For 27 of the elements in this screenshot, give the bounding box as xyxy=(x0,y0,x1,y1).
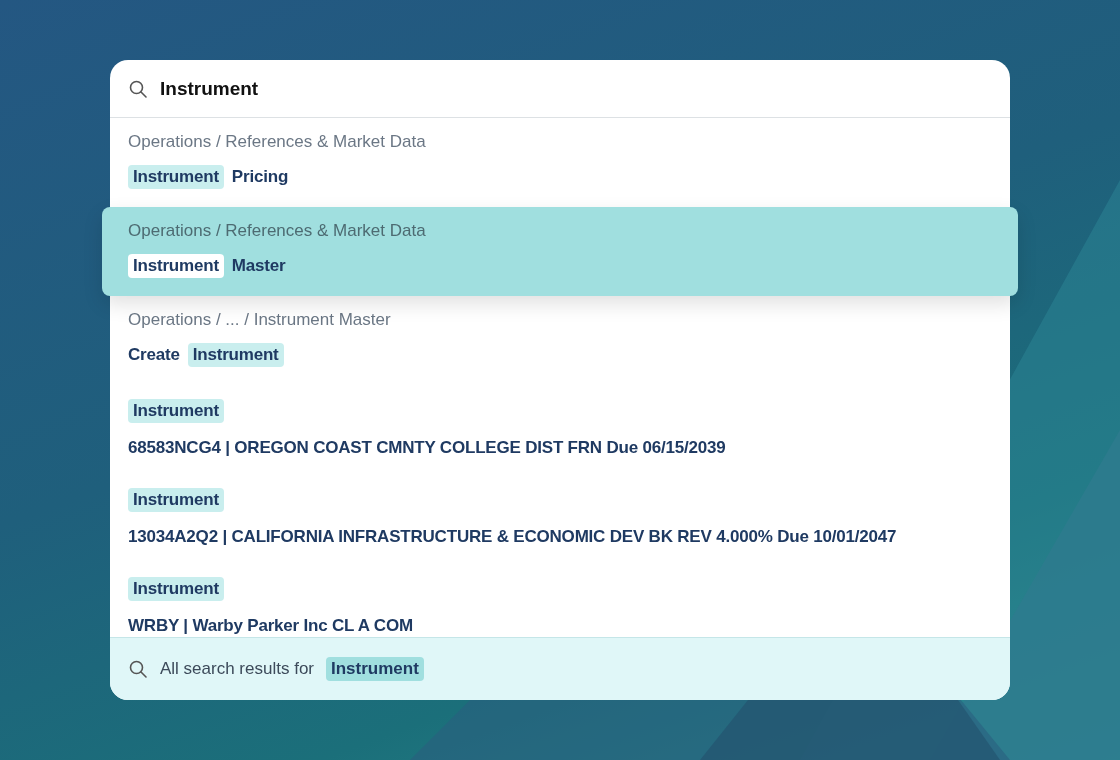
match-highlight: Instrument xyxy=(128,254,224,278)
search-result[interactable]: Operations / ... / Instrument Master Create Instrument xyxy=(110,296,1010,385)
search-icon xyxy=(128,659,148,679)
search-result[interactable]: Instrument 68583NCG4 | OREGON COAST CMNTY COLLEGE DIST FRN Due 06/15/2039 xyxy=(110,385,1010,474)
search-result[interactable]: Instrument WRBY | Warby Parker Inc CL A COM xyxy=(110,563,1010,637)
search-result[interactable]: Operations / References & Market Data Instrument Pricing xyxy=(110,118,1010,207)
result-title: Master xyxy=(231,256,286,276)
result-title: 13034A2Q2 | CALIFORNIA INFRASTRUCTURE & ECONOMIC DEV BK REV 4.000% Due 10/01/2047 xyxy=(128,527,897,547)
all-results-link[interactable]: All search results for Instrument xyxy=(110,637,1010,700)
result-path: Operations / References & Market Data xyxy=(128,132,426,152)
footer-label: All search results for xyxy=(160,659,314,679)
search-icon xyxy=(128,78,148,99)
result-path: Operations / ... / Instrument Master xyxy=(128,310,391,330)
search-field[interactable]: Instrument xyxy=(160,77,560,100)
result-title: Create xyxy=(128,345,180,365)
match-highlight: Instrument xyxy=(128,577,224,601)
result-path: Operations / References & Market Data xyxy=(128,221,426,241)
match-highlight: Instrument xyxy=(128,399,224,423)
result-title: Pricing xyxy=(231,167,289,187)
query-highlight: Instrument xyxy=(326,657,424,681)
search-result[interactable]: Operations / References & Market Data Instrument Master xyxy=(102,207,1018,296)
match-highlight: Instrument xyxy=(128,488,224,512)
match-highlight: Instrument xyxy=(187,343,284,367)
match-highlight: Instrument xyxy=(128,165,224,189)
result-title: WRBY | Warby Parker Inc CL A COM xyxy=(128,616,413,636)
search-result[interactable]: Instrument 13034A2Q2 | CALIFORNIA INFRASTRUCTURE & ECONOMIC DEV BK REV 4.000% Due 10/01/2047 xyxy=(110,474,1010,563)
result-title: 68583NCG4 | OREGON COAST CMNTY COLLEGE DIST FRN Due 06/15/2039 xyxy=(128,438,726,458)
